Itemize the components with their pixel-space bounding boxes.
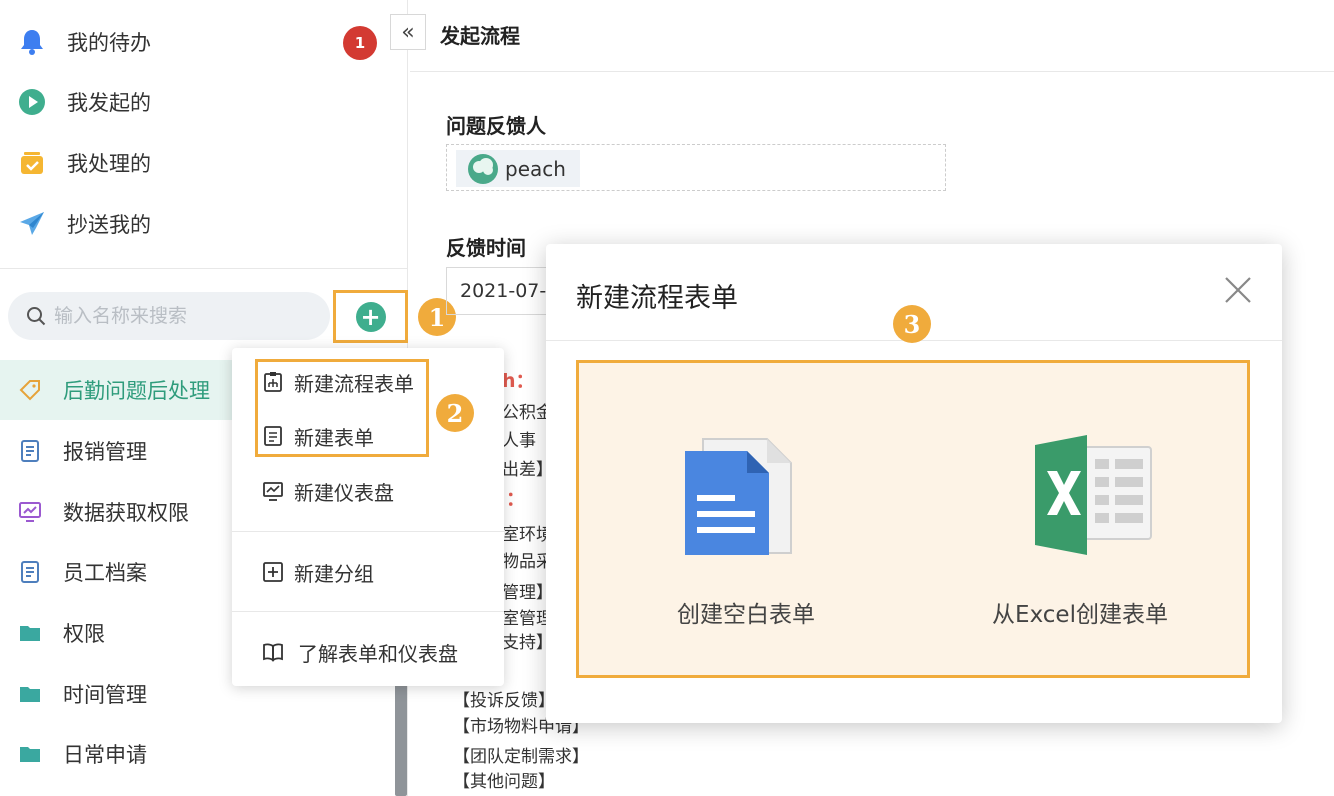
add-group-icon xyxy=(263,562,283,582)
bg-text: 【投诉反馈】 xyxy=(453,691,555,711)
play-circle-icon xyxy=(18,88,46,116)
menu-divider xyxy=(232,611,504,612)
feedback-time-label: 反馈时间 xyxy=(446,236,526,260)
tree-label: 时间管理 xyxy=(63,683,147,707)
dashboard-icon xyxy=(263,482,283,501)
collapse-sidebar-button[interactable]: « xyxy=(390,14,426,50)
document-icon xyxy=(21,440,39,462)
excel-icon xyxy=(1035,435,1152,555)
tree-label: 报销管理 xyxy=(63,440,147,464)
search-box xyxy=(8,292,330,340)
bg-text: 【其他问题】 xyxy=(453,772,555,792)
option-blank-form[interactable]: 创建空白表单 xyxy=(579,363,913,675)
tree-label: 员工档案 xyxy=(63,561,147,585)
menu-divider xyxy=(232,531,504,532)
nav-label: 我的待办 xyxy=(67,31,151,55)
paper-plane-icon xyxy=(18,210,46,238)
reporter-chip[interactable]: peach xyxy=(456,150,580,187)
monitor-chart-icon xyxy=(19,502,41,522)
close-icon[interactable] xyxy=(1222,274,1254,306)
step-marker-3: 3 xyxy=(893,305,931,343)
page-title: 发起流程 xyxy=(440,24,520,48)
tree-label: 数据获取权限 xyxy=(63,501,189,525)
folder-icon xyxy=(20,687,40,702)
menu-label: 新建表单 xyxy=(294,425,374,450)
tree-label: 权限 xyxy=(63,622,105,646)
tree-label: 日常申请 xyxy=(63,743,147,767)
option-label: 创建空白表单 xyxy=(677,602,815,628)
avatar xyxy=(468,153,498,184)
reporter-label: 问题反馈人 xyxy=(446,114,546,138)
bell-icon xyxy=(18,28,46,56)
menu-item-new-dashboard[interactable]: 新建仪表盘 xyxy=(232,465,504,517)
bg-text: ： xyxy=(506,488,526,510)
menu-label: 新建分组 xyxy=(294,561,374,586)
folder-icon xyxy=(20,747,40,762)
search-icon xyxy=(27,307,46,326)
todo-count-badge: 1 xyxy=(343,26,377,60)
step-marker-2: 2 xyxy=(436,394,474,432)
sidebar-divider xyxy=(0,268,408,269)
menu-label: 新建流程表单 xyxy=(294,371,414,396)
tree-label: 后勤问题后处理 xyxy=(63,379,210,403)
flow-form-icon xyxy=(264,372,282,392)
nav-label: 抄送我的 xyxy=(67,213,151,237)
menu-item-learn-more[interactable]: 了解表单和仪表盘 xyxy=(232,626,504,678)
nav-item-my-initiated[interactable]: 我发起的 xyxy=(0,72,408,132)
option-label: 从Excel创建表单 xyxy=(992,602,1168,628)
inbox-check-icon xyxy=(18,149,46,177)
form-icon xyxy=(264,426,282,446)
plus-icon: + xyxy=(355,301,386,332)
nav-item-my-handled[interactable]: 我处理的 xyxy=(0,133,408,193)
double-chevron-left-icon: « xyxy=(401,19,415,45)
document-icon xyxy=(21,561,39,583)
nav-item-cc-me[interactable]: 抄送我的 xyxy=(0,194,408,254)
nav-label: 我发起的 xyxy=(67,91,151,115)
menu-label: 了解表单和仪表盘 xyxy=(298,641,458,666)
folder-icon xyxy=(20,626,40,641)
dialog-title: 新建流程表单 xyxy=(576,283,738,314)
nav-label: 我处理的 xyxy=(67,152,151,176)
add-button[interactable]: + xyxy=(333,290,408,343)
bg-text: 【团队定制需求】 xyxy=(453,747,589,767)
reporter-name: peach xyxy=(505,156,566,181)
bg-text: h： xyxy=(502,370,535,392)
book-icon xyxy=(263,643,283,662)
tree-item-daily-requests[interactable]: 日常申请 xyxy=(0,724,408,784)
menu-item-new-group[interactable]: 新建分组 xyxy=(232,546,504,598)
menu-label: 新建仪表盘 xyxy=(294,480,394,505)
header-divider xyxy=(410,71,1334,72)
create-options: 创建空白表单 从Excel创建表单 xyxy=(576,360,1250,678)
date-value: 2021-07- xyxy=(460,280,547,302)
tag-icon xyxy=(19,380,40,401)
blank-doc-icon xyxy=(685,438,792,555)
bg-text: 人事 xyxy=(502,431,536,451)
option-from-excel[interactable]: 从Excel创建表单 xyxy=(913,363,1247,675)
search-input[interactable] xyxy=(54,305,314,327)
